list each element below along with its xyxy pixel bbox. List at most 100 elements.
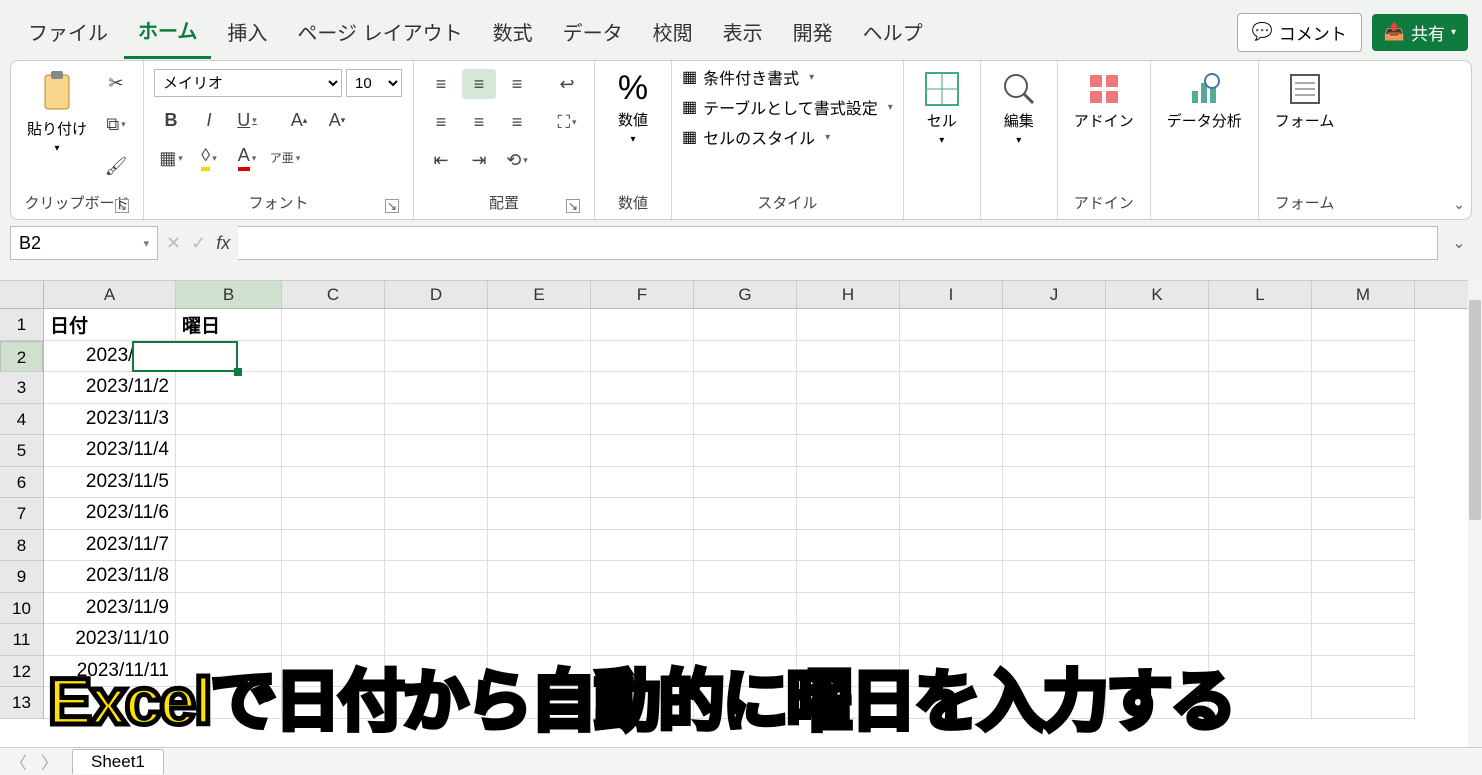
cell[interactable] xyxy=(797,498,900,530)
cell[interactable] xyxy=(900,404,1003,436)
cell[interactable] xyxy=(176,467,282,499)
cell[interactable] xyxy=(488,467,591,499)
cell[interactable] xyxy=(591,341,694,373)
scrollbar-thumb[interactable] xyxy=(1469,300,1481,520)
cell[interactable] xyxy=(1209,404,1312,436)
addins-button[interactable]: アドイン xyxy=(1068,65,1140,134)
phonetic-button[interactable]: ア亜 xyxy=(268,143,302,173)
cell[interactable] xyxy=(1003,467,1106,499)
cell[interactable] xyxy=(385,498,488,530)
cell-styles-button[interactable]: ▦セルのスタイル xyxy=(682,125,893,149)
cell[interactable] xyxy=(900,498,1003,530)
cell[interactable] xyxy=(176,530,282,562)
cell[interactable] xyxy=(694,404,797,436)
fill-color-button[interactable]: ◊ xyxy=(192,143,226,173)
cell[interactable] xyxy=(282,372,385,404)
align-middle-button[interactable]: ≡ xyxy=(462,69,496,99)
cell[interactable] xyxy=(282,593,385,625)
row-header-1[interactable]: 1 xyxy=(0,309,43,341)
conditional-formatting-button[interactable]: ▦条件付き書式 xyxy=(682,65,893,89)
cell[interactable] xyxy=(900,435,1003,467)
fx-icon[interactable]: fx xyxy=(216,233,230,254)
cell[interactable] xyxy=(385,561,488,593)
cell[interactable] xyxy=(282,341,385,373)
tab-view[interactable]: 表示 xyxy=(709,7,777,58)
next-sheet-button[interactable]: 〉 xyxy=(41,749,58,774)
cell[interactable]: 2023/11/3 xyxy=(44,404,176,436)
cell[interactable]: 2023/11/2 xyxy=(44,372,176,404)
cell[interactable] xyxy=(1003,309,1106,341)
cell[interactable] xyxy=(1312,530,1415,562)
cell[interactable] xyxy=(1003,372,1106,404)
sheet-tab[interactable]: Sheet1 xyxy=(72,749,164,774)
cell[interactable] xyxy=(797,404,900,436)
cell[interactable] xyxy=(1209,593,1312,625)
cell[interactable] xyxy=(900,593,1003,625)
collapse-ribbon-button[interactable]: ⌄ xyxy=(1453,196,1465,213)
row-header-12[interactable]: 12 xyxy=(0,656,43,688)
increase-font-button[interactable]: A▴ xyxy=(282,105,316,135)
tab-home[interactable]: ホーム xyxy=(124,5,211,59)
cell[interactable] xyxy=(488,341,591,373)
column-header-I[interactable]: I xyxy=(900,281,1003,308)
increase-indent-button[interactable]: ⇥ xyxy=(462,145,496,175)
row-header-4[interactable]: 4 xyxy=(0,404,43,436)
copy-button[interactable]: ⧉ xyxy=(99,110,133,140)
cell[interactable] xyxy=(1106,404,1209,436)
cell[interactable] xyxy=(1106,593,1209,625)
cell[interactable] xyxy=(176,593,282,625)
column-header-G[interactable]: G xyxy=(694,281,797,308)
cell[interactable] xyxy=(1209,309,1312,341)
cell[interactable] xyxy=(1106,561,1209,593)
cell[interactable] xyxy=(1106,467,1209,499)
cell[interactable] xyxy=(176,435,282,467)
cell[interactable]: 2023/11/5 xyxy=(44,467,176,499)
cell[interactable] xyxy=(797,530,900,562)
cell[interactable] xyxy=(1003,593,1106,625)
cut-button[interactable]: ✂ xyxy=(99,69,133,99)
paste-button[interactable]: 貼り付け▾ xyxy=(21,65,93,160)
tab-file[interactable]: ファイル xyxy=(14,7,122,58)
cell[interactable] xyxy=(1312,687,1415,719)
cell[interactable] xyxy=(900,341,1003,373)
clipboard-launcher[interactable]: ↘ xyxy=(115,199,129,213)
align-center-button[interactable]: ≡ xyxy=(462,107,496,137)
cell[interactable] xyxy=(1312,656,1415,688)
row-header-9[interactable]: 9 xyxy=(0,561,43,593)
cell[interactable] xyxy=(385,309,488,341)
editing-button[interactable]: 編集▾ xyxy=(991,65,1047,152)
cell[interactable] xyxy=(1209,530,1312,562)
share-button[interactable]: 📤 共有 ▾ xyxy=(1372,14,1468,51)
cell[interactable] xyxy=(591,404,694,436)
cell[interactable] xyxy=(1003,530,1106,562)
column-header-B[interactable]: B xyxy=(176,281,282,308)
align-top-button[interactable]: ≡ xyxy=(424,69,458,99)
cell[interactable] xyxy=(176,561,282,593)
tab-page-layout[interactable]: ページ レイアウト xyxy=(283,7,476,58)
cell[interactable] xyxy=(694,593,797,625)
row-header-11[interactable]: 11 xyxy=(0,624,43,656)
row-header-6[interactable]: 6 xyxy=(0,467,43,499)
align-left-button[interactable]: ≡ xyxy=(424,107,458,137)
cell[interactable] xyxy=(488,498,591,530)
cell[interactable] xyxy=(1106,372,1209,404)
cell[interactable] xyxy=(694,309,797,341)
cell[interactable] xyxy=(694,341,797,373)
row-header-8[interactable]: 8 xyxy=(0,530,43,562)
cell[interactable] xyxy=(282,530,385,562)
cell[interactable] xyxy=(694,467,797,499)
wrap-text-button[interactable]: ↩ xyxy=(550,69,584,99)
cell[interactable] xyxy=(488,435,591,467)
cell[interactable]: 2023/11/8 xyxy=(44,561,176,593)
cell[interactable] xyxy=(488,372,591,404)
cell[interactable] xyxy=(1003,498,1106,530)
cell[interactable] xyxy=(1106,435,1209,467)
alignment-launcher[interactable]: ↘ xyxy=(566,199,580,213)
cell[interactable] xyxy=(694,561,797,593)
tab-formulas[interactable]: 数式 xyxy=(479,7,547,58)
cell[interactable] xyxy=(176,498,282,530)
formula-input[interactable] xyxy=(238,226,1438,260)
cell[interactable] xyxy=(282,435,385,467)
cell[interactable] xyxy=(591,593,694,625)
prev-sheet-button[interactable]: 〈 xyxy=(10,749,27,774)
